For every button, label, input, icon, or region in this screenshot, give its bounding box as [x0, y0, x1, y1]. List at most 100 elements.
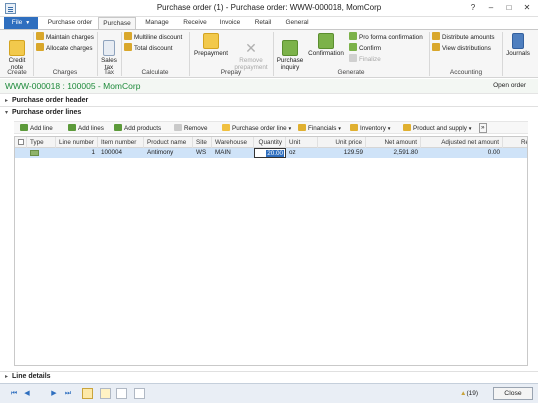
document-icon[interactable]	[116, 388, 127, 399]
copy-icon[interactable]	[134, 388, 145, 399]
maintain-charges-button[interactable]: Maintain charges	[36, 32, 94, 42]
quantity-input[interactable]: 20.00	[254, 148, 286, 158]
remove-x-icon: ✕	[245, 40, 257, 56]
confirmation-icon	[318, 33, 334, 49]
group-divider	[273, 32, 274, 76]
fasttab-po-lines[interactable]: ▾ Purchase order lines	[5, 109, 81, 116]
total-discount-button[interactable]: Total discount	[124, 43, 173, 53]
column-header-unit-price[interactable]: Unit price	[318, 137, 366, 148]
distribute-amounts-label: Distribute amounts	[442, 34, 495, 41]
more-toolbar-button[interactable]: »	[479, 123, 487, 133]
column-header-type[interactable]: Type	[27, 137, 56, 148]
type-icon	[30, 148, 42, 158]
pro-forma-confirmation-button[interactable]: Pro forma confirmation	[349, 32, 423, 42]
add-lines-button[interactable]: Add lines	[68, 124, 104, 132]
chevron-down-icon: ▼	[287, 126, 293, 131]
column-header-re[interactable]: Re	[503, 137, 527, 148]
fasttab-po-header[interactable]: ▸ Purchase order header	[5, 97, 88, 104]
column-header-adjusted-net-amount[interactable]: Adjusted net amount	[421, 137, 503, 148]
group-divider	[429, 32, 430, 76]
cell-item-number[interactable]: 100004	[98, 148, 144, 158]
credit-note-button[interactable]: Credit note	[4, 33, 30, 71]
confirmation-label: Confirmation	[308, 50, 344, 57]
tab-file[interactable]: File ▼	[4, 17, 38, 29]
cell-adjusted-net-amount[interactable]: 0.00	[421, 148, 503, 158]
finalize-button[interactable]: Finalize	[349, 54, 381, 64]
cell-line-number[interactable]: 1	[56, 148, 98, 158]
chevron-right-icon: ▸	[5, 374, 9, 380]
cell-unit[interactable]: oz	[286, 148, 318, 158]
window-title: Purchase order (1) - Purchase order: WWW…	[156, 3, 382, 12]
attachment-icon[interactable]	[100, 388, 111, 399]
help-button[interactable]: ?	[464, 0, 482, 17]
journals-button[interactable]: Journals	[504, 33, 532, 57]
distribute-amounts-button[interactable]: Distribute amounts	[432, 32, 495, 42]
prepayment-button[interactable]: Prepayment	[192, 33, 230, 57]
pro-forma-label: Pro forma confirmation	[359, 34, 423, 41]
close-button[interactable]: Close	[493, 387, 533, 400]
column-header-warehouse[interactable]: Warehouse	[212, 137, 254, 148]
remove-prepayment-button[interactable]: ✕ Remove prepayment	[232, 33, 270, 71]
tab-purchase-order[interactable]: Purchase order	[42, 17, 98, 29]
cell-warehouse[interactable]: MAIN	[212, 148, 254, 158]
po-line-menu[interactable]: Purchase order line▼	[222, 124, 292, 132]
cell-site[interactable]: WS	[193, 148, 212, 158]
finalize-label: Finalize	[359, 56, 381, 63]
column-header-line-number[interactable]: Line number	[56, 137, 98, 148]
tab-receive[interactable]: Receive	[176, 17, 214, 29]
table-row[interactable]: 1 100004 Antimony WS MAIN 20.00 oz 129.5…	[15, 148, 527, 158]
add-line-button[interactable]: Add line	[20, 124, 53, 132]
cell-product-name[interactable]: Antimony	[144, 148, 193, 158]
tab-retail[interactable]: Retail	[248, 17, 278, 29]
fasttab-po-header-label: Purchase order header	[12, 97, 89, 104]
column-header-net-amount[interactable]: Net amount	[366, 137, 421, 148]
notifications-indicator[interactable]: ▲(19)	[460, 390, 478, 397]
multiline-discount-button[interactable]: Multiline discount	[124, 32, 182, 42]
distribute-icon	[432, 32, 440, 40]
close-window-button[interactable]: ✕	[518, 0, 536, 17]
column-header-unit[interactable]: Unit	[286, 137, 318, 148]
minimize-button[interactable]: –	[482, 0, 500, 17]
confirm-button[interactable]: Confirm	[349, 43, 381, 53]
cell-unit-price[interactable]: 129.59	[318, 148, 366, 158]
fasttab-po-lines-label: Purchase order lines	[12, 109, 82, 116]
fasttab-line-details[interactable]: ▸ Line details	[0, 371, 538, 381]
add-products-button[interactable]: Add products	[114, 124, 161, 132]
column-header-item-number[interactable]: Item number	[98, 137, 144, 148]
financials-menu[interactable]: Financials▼	[298, 124, 342, 132]
quantity-value: 20.00	[266, 150, 284, 157]
add-icon	[20, 124, 28, 131]
previous-record-icon[interactable]: ◀	[23, 389, 31, 398]
product-supply-menu[interactable]: Product and supply▼	[403, 124, 472, 132]
allocate-charges-button[interactable]: Allocate charges	[36, 43, 93, 53]
confirmation-button[interactable]: Confirmation	[306, 33, 346, 57]
column-header-quantity[interactable]: Quantity	[254, 137, 286, 148]
cell-net-amount[interactable]: 2,591.80	[366, 148, 421, 158]
view-distributions-button[interactable]: View distributions	[432, 43, 491, 53]
select-all-checkbox[interactable]	[15, 137, 27, 148]
prepayment-icon	[203, 33, 219, 49]
first-record-icon[interactable]: ⏮	[10, 389, 18, 398]
sales-tax-button[interactable]: Sales tax	[99, 33, 119, 71]
chevron-right-icon: ▸	[5, 98, 9, 104]
column-header-site[interactable]: Site	[193, 137, 212, 148]
remove-button[interactable]: Remove	[174, 124, 207, 132]
lightning-icon	[222, 124, 230, 131]
po-line-label: Purchase order line	[232, 125, 287, 132]
group-label-accounting: Accounting	[449, 69, 483, 76]
purchase-inquiry-button[interactable]: Purchase inquiry	[275, 33, 305, 71]
tab-manage[interactable]: Manage	[138, 17, 176, 29]
last-record-icon[interactable]: ⏭	[64, 389, 72, 398]
group-divider	[97, 32, 98, 76]
edit-mode-icon[interactable]	[82, 388, 93, 399]
inventory-menu[interactable]: Inventory▼	[350, 124, 391, 132]
tab-invoice[interactable]: Invoice	[213, 17, 247, 29]
tab-general[interactable]: General	[280, 17, 314, 29]
group-label-create: Create	[7, 69, 27, 76]
tab-purchase[interactable]: Purchase	[98, 17, 136, 29]
order-id-title: WWW-000018 : 100005 - MomCorp	[5, 81, 141, 91]
next-record-icon[interactable]: ▶	[50, 389, 58, 398]
add-lines-label: Add lines	[78, 125, 104, 132]
maximize-button[interactable]: □	[500, 0, 518, 17]
column-header-product-name[interactable]: Product name	[144, 137, 193, 148]
